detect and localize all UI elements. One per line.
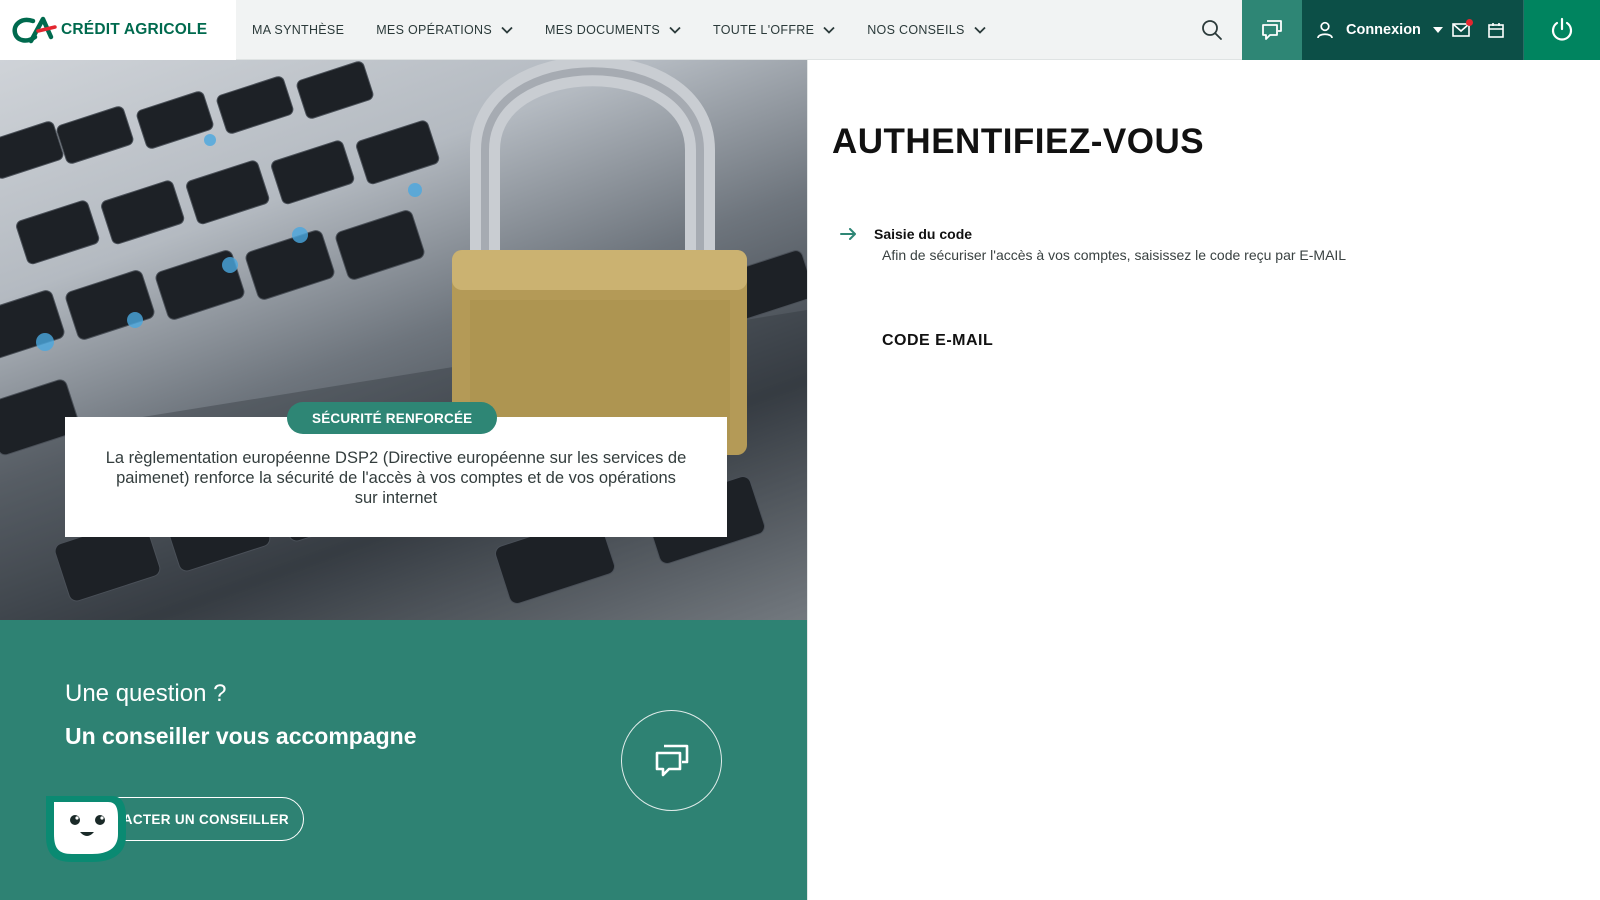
- search-button[interactable]: [1182, 0, 1242, 60]
- calendar-icon[interactable]: [1488, 22, 1504, 38]
- nav-item-label: MES OPÉRATIONS: [376, 23, 493, 37]
- brand-name: CRÉDIT AGRICOLE: [61, 21, 208, 38]
- chevron-down-icon: [501, 26, 513, 34]
- advisor-chat-button[interactable]: [621, 710, 722, 811]
- chatbot-button[interactable]: [42, 792, 128, 866]
- step-title: Saisie du code: [874, 226, 973, 242]
- notification-dot: [1465, 19, 1473, 26]
- logout-button[interactable]: [1524, 0, 1600, 60]
- chat-icon: [655, 744, 688, 776]
- caret-down-icon[interactable]: [1432, 27, 1443, 33]
- messages-button[interactable]: [1452, 19, 1473, 37]
- chat-icon: [1262, 20, 1282, 40]
- nav-item-label: TOUTE L'OFFRE: [713, 23, 815, 37]
- nav-item-mes-documents[interactable]: MES DOCUMENTS: [529, 0, 697, 60]
- nav-item-mes-operations[interactable]: MES OPÉRATIONS: [360, 0, 529, 60]
- advisor-subtitle: Un conseiller vous accompagne: [65, 723, 417, 749]
- brand-logo[interactable]: CRÉDIT AGRICOLE: [0, 0, 236, 60]
- question-title: Une question ?: [65, 680, 227, 707]
- power-icon: [1551, 17, 1573, 41]
- arrow-right-icon: [840, 228, 856, 240]
- nav-item-ma-synthese[interactable]: MA SYNTHÈSE: [236, 0, 360, 60]
- nav-item-label: MA SYNTHÈSE: [252, 23, 345, 37]
- page-title: AUTHENTIFIEZ-VOUS: [832, 122, 1205, 161]
- nav-item-label: MES DOCUMENTS: [545, 23, 661, 37]
- info-text: La règlementation européenne DSP2 (Direc…: [105, 449, 687, 507]
- account-area: Connexion: [1302, 0, 1524, 60]
- security-badge: SÉCURITÉ RENFORCÉE: [287, 402, 498, 434]
- hero-image: SÉCURITÉ RENFORCÉE La règlementation eur…: [0, 60, 807, 620]
- chevron-down-icon: [669, 26, 681, 34]
- nav-item-toute-loffre[interactable]: TOUTE L'OFFRE: [697, 0, 851, 60]
- step-description: Afin de sécuriser l'accès à vos comptes,…: [882, 247, 1347, 263]
- column-divider: [807, 60, 808, 900]
- nav-item-nos-conseils[interactable]: NOS CONSEILS: [851, 0, 1001, 60]
- main-menu: MA SYNTHÈSE MES OPÉRATIONS MES DOCUMENTS…: [236, 0, 1002, 60]
- nav-item-label: NOS CONSEILS: [867, 23, 965, 37]
- search-icon: [1202, 20, 1222, 40]
- chevron-down-icon: [823, 26, 835, 34]
- top-navigation: CRÉDIT AGRICOLE MA SYNTHÈSE MES OPÉRATIO…: [0, 0, 1600, 60]
- user-icon: [1317, 21, 1333, 39]
- logo-mark-icon: [12, 16, 57, 44]
- chatbot-icon: [46, 796, 126, 862]
- chat-button[interactable]: [1242, 0, 1302, 60]
- code-field-label: CODE E-MAIL: [882, 332, 994, 349]
- login-button[interactable]: Connexion: [1346, 22, 1421, 38]
- chevron-down-icon: [973, 26, 986, 34]
